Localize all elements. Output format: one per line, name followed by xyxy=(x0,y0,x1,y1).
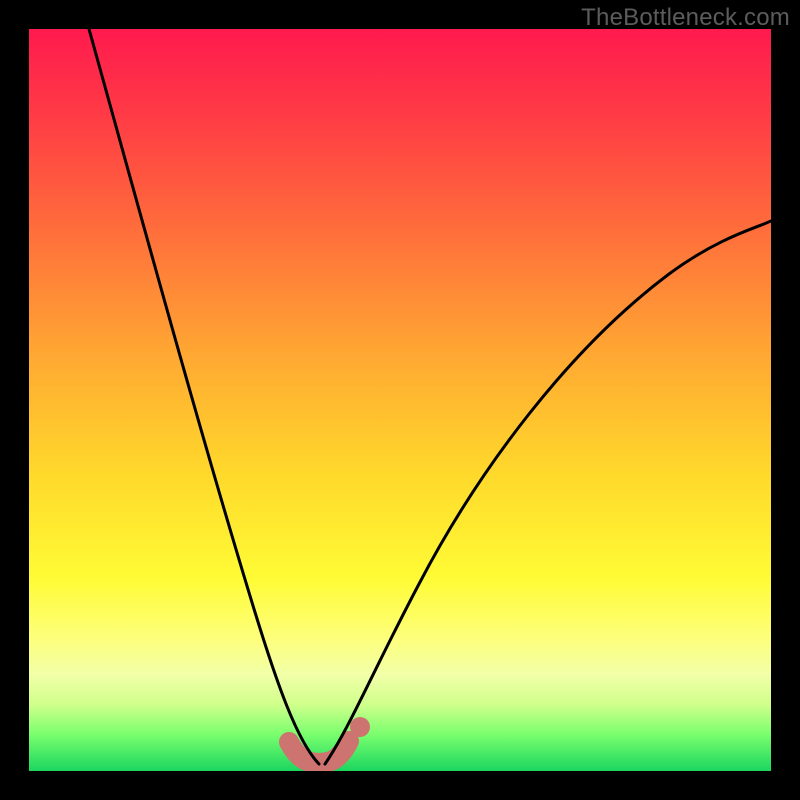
chart-plot-area xyxy=(29,29,771,771)
valley-dot xyxy=(350,717,370,737)
chart-svg xyxy=(29,29,771,771)
curve-left xyxy=(89,29,319,764)
curve-right xyxy=(325,221,771,764)
watermark-text: TheBottleneck.com xyxy=(581,4,790,32)
valley-highlight xyxy=(289,741,349,763)
